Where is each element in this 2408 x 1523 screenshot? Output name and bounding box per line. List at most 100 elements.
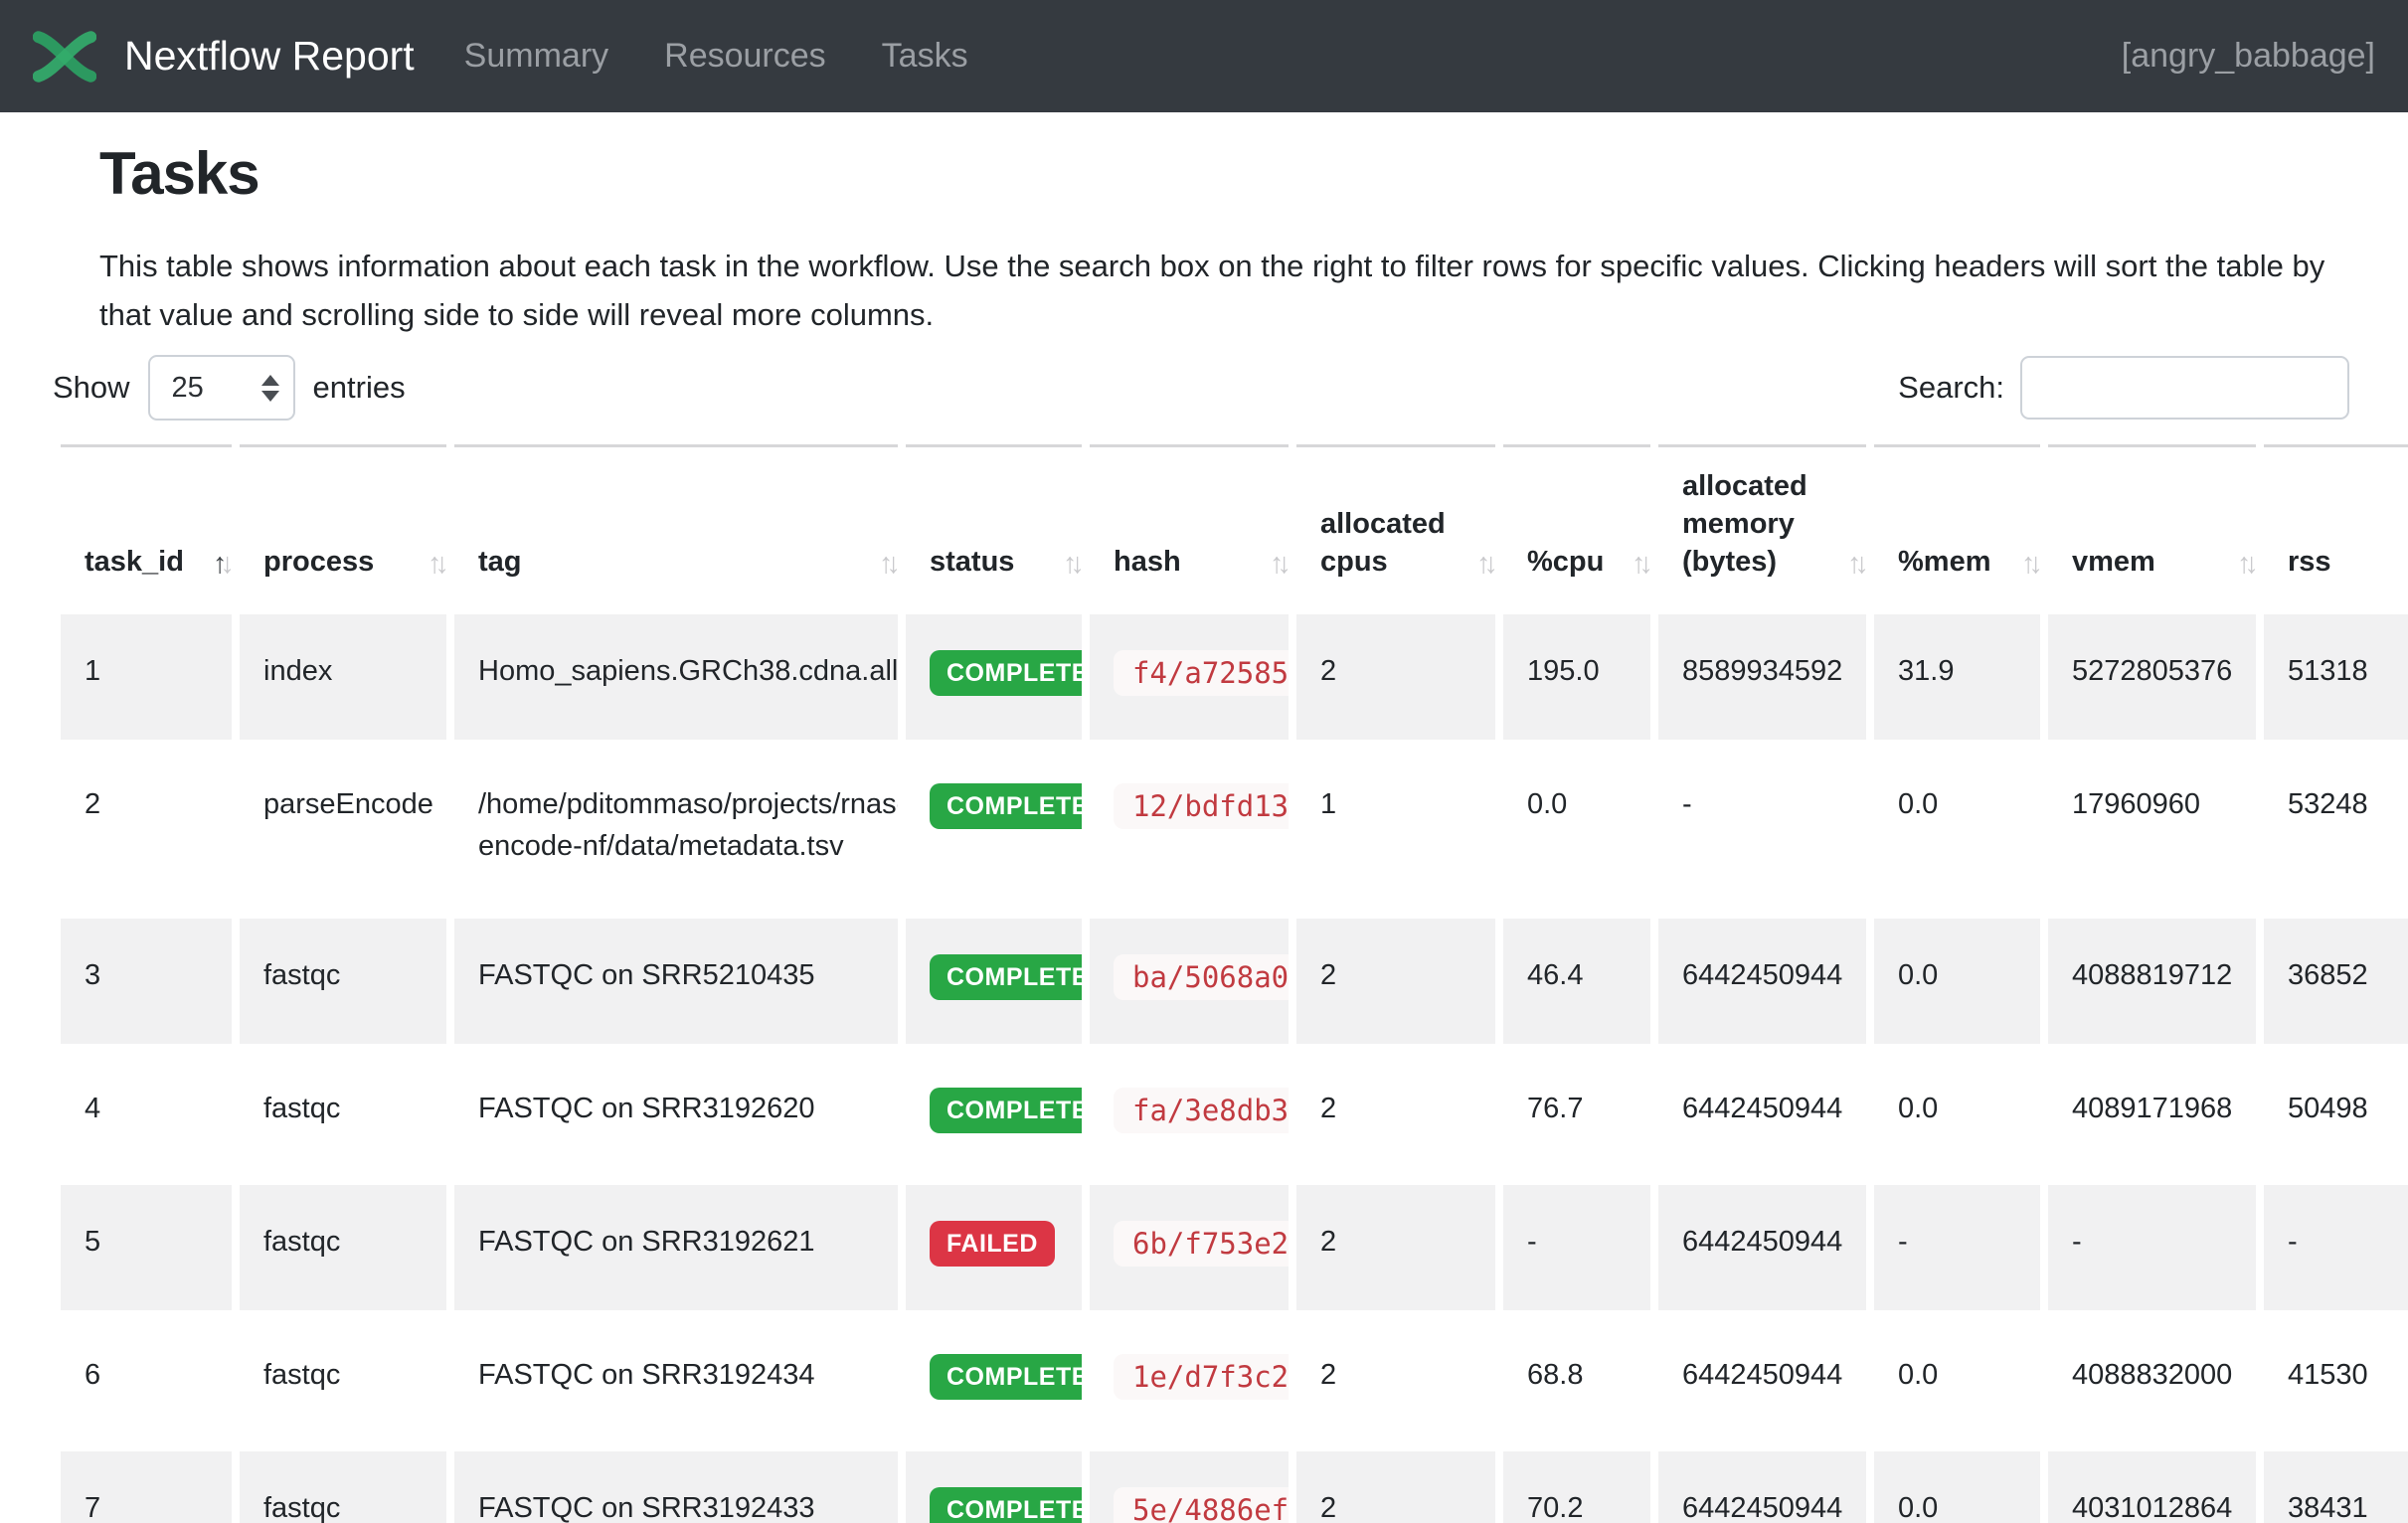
column-header-rss[interactable]: rss [2264,444,2408,606]
cell-mem: 6442450944 [1658,1052,1866,1177]
cell-process: parseEncode [240,748,446,911]
cell-pcpu: - [1503,1185,1650,1310]
run-name-badge: [angry_babbage] [2122,37,2375,76]
status-badge: COMPLETED [930,1354,1082,1400]
column-label: allocated memory (bytes) [1682,470,1807,578]
nav-link-resources[interactable]: Resources [664,37,826,76]
select-stepper-icon [261,375,279,402]
column-header-allocated-cpus[interactable]: allocated cpus ↑↓ [1296,444,1495,606]
tasks-table: task_id↑↓process↑↓tag↑↓status↑↓hash↑↓all… [53,436,2408,1523]
column-header-allocated-memory-bytes[interactable]: allocated memory (bytes)↑↓ [1658,444,1866,606]
sort-arrows-icon: ↑↓ [1476,545,1491,583]
cell-mem: 6442450944 [1658,1318,1866,1443]
cell-vmem: 4088819712 [2048,919,2256,1044]
cell-cpus: 2 [1296,1318,1495,1443]
cell-mem: - [1658,748,1866,911]
page-title: Tasks [99,130,2408,218]
cell-status: COMPLETED [906,1052,1082,1177]
cell-task-id: 2 [61,748,232,911]
cell-task-id: 5 [61,1185,232,1310]
cell-hash: 6b/f753e2 [1090,1185,1289,1310]
cell-rss: 36852 [2264,919,2408,1044]
cell-rss: 41530 [2264,1318,2408,1443]
column-label: allocated cpus [1320,508,1446,578]
page-length-select[interactable]: 25 [148,355,295,421]
column-header-cpu[interactable]: %cpu↑↓ [1503,444,1650,606]
column-header-task-id[interactable]: task_id ↑↓ [61,444,232,606]
column-header-hash[interactable]: hash↑↓ [1090,444,1289,606]
cell-cpus: 2 [1296,1185,1495,1310]
cell-mem: 6442450944 [1658,1185,1866,1310]
cell-hash: fa/3e8db3 [1090,1052,1289,1177]
cell-tag: FASTQC on SRR5210435 [454,919,898,1044]
column-label: task_id [85,546,184,578]
entries-label: entries [313,370,406,406]
cell-rss: - [2264,1185,2408,1310]
hash-chip: f4/a72585 [1114,650,1289,696]
cell-rss: 51318 [2264,614,2408,740]
column-header-status[interactable]: status↑↓ [906,444,1082,606]
column-label: tag [478,546,522,578]
cell-pmem: 0.0 [1874,1052,2040,1177]
cell-mem: 6442450944 [1658,919,1866,1044]
cell-pcpu: 46.4 [1503,919,1650,1044]
column-header-vmem[interactable]: vmem ↑↓ [2048,444,2256,606]
table-row: 2parseEncode/home/pditommaso/projects/rn… [61,748,2408,911]
cell-pcpu: 0.0 [1503,748,1650,911]
sort-arrows-icon: ↑↓ [2021,545,2036,583]
table-controls: Show 25 entries Search: [53,355,2408,421]
cell-task-id: 3 [61,919,232,1044]
nextflow-logo-icon [33,28,96,85]
column-label: %cpu [1527,546,1604,578]
search-label: Search: [1898,370,2004,406]
cell-pcpu: 195.0 [1503,614,1650,740]
cell-rss: 53248 [2264,748,2408,911]
cell-cpus: 2 [1296,1451,1495,1523]
cell-tag: FASTQC on SRR3192434 [454,1318,898,1443]
cell-tag: /home/pditommaso/projects/rnaseq-encode-… [454,748,898,911]
navbar: Nextflow Report Summary Resources Tasks … [0,0,2408,112]
cell-rss: 50498 [2264,1052,2408,1177]
status-badge: COMPLETED [930,1487,1082,1523]
cell-status: COMPLETED [906,748,1082,911]
cell-hash: 1e/d7f3c2 [1090,1318,1289,1443]
table-row: 6fastqcFASTQC on SRR3192434COMPLETED1e/d… [61,1318,2408,1443]
cell-vmem: - [2048,1185,2256,1310]
cell-hash: 12/bdfd13 [1090,748,1289,911]
cell-process: fastqc [240,1185,446,1310]
cell-mem: 6442450944 [1658,1451,1866,1523]
cell-rss: 38431 [2264,1451,2408,1523]
cell-hash: f4/a72585 [1090,614,1289,740]
hash-chip: 12/bdfd13 [1114,783,1289,829]
hash-chip: fa/3e8db3 [1114,1088,1289,1133]
table-row: 7fastqcFASTQC on SRR3192433COMPLETED5e/4… [61,1451,2408,1523]
cell-pmem: 0.0 [1874,919,2040,1044]
column-header-mem[interactable]: %mem↑↓ [1874,444,2040,606]
search-input[interactable] [2020,356,2349,420]
page-length-value: 25 [172,372,204,405]
sort-arrows-icon: ↑↓ [213,545,228,583]
column-label: vmem [2072,546,2155,578]
cell-vmem: 4088832000 [2048,1318,2256,1443]
navbar-links: Summary Resources Tasks [464,37,968,76]
search-control: Search: [1898,356,2349,420]
status-badge: FAILED [930,1221,1055,1267]
cell-task-id: 1 [61,614,232,740]
cell-process: index [240,614,446,740]
navbar-brand[interactable]: Nextflow Report [33,28,415,85]
hash-chip: ba/5068a0 [1114,954,1289,1000]
cell-vmem: 4031012864 [2048,1451,2256,1523]
column-header-process[interactable]: process↑↓ [240,444,446,606]
brand-title: Nextflow Report [124,33,415,80]
cell-cpus: 2 [1296,614,1495,740]
nav-link-summary[interactable]: Summary [464,37,608,76]
cell-tag: FASTQC on SRR3192433 [454,1451,898,1523]
cell-process: fastqc [240,1318,446,1443]
column-header-tag[interactable]: tag ↑↓ [454,444,898,606]
nav-link-tasks[interactable]: Tasks [882,37,968,76]
table-row: 4fastqcFASTQC on SRR3192620COMPLETEDfa/3… [61,1052,2408,1177]
cell-pmem: 0.0 [1874,1451,2040,1523]
sort-arrows-icon: ↑↓ [879,545,894,583]
sort-arrows-icon: ↑↓ [2237,545,2252,583]
cell-process: fastqc [240,1052,446,1177]
